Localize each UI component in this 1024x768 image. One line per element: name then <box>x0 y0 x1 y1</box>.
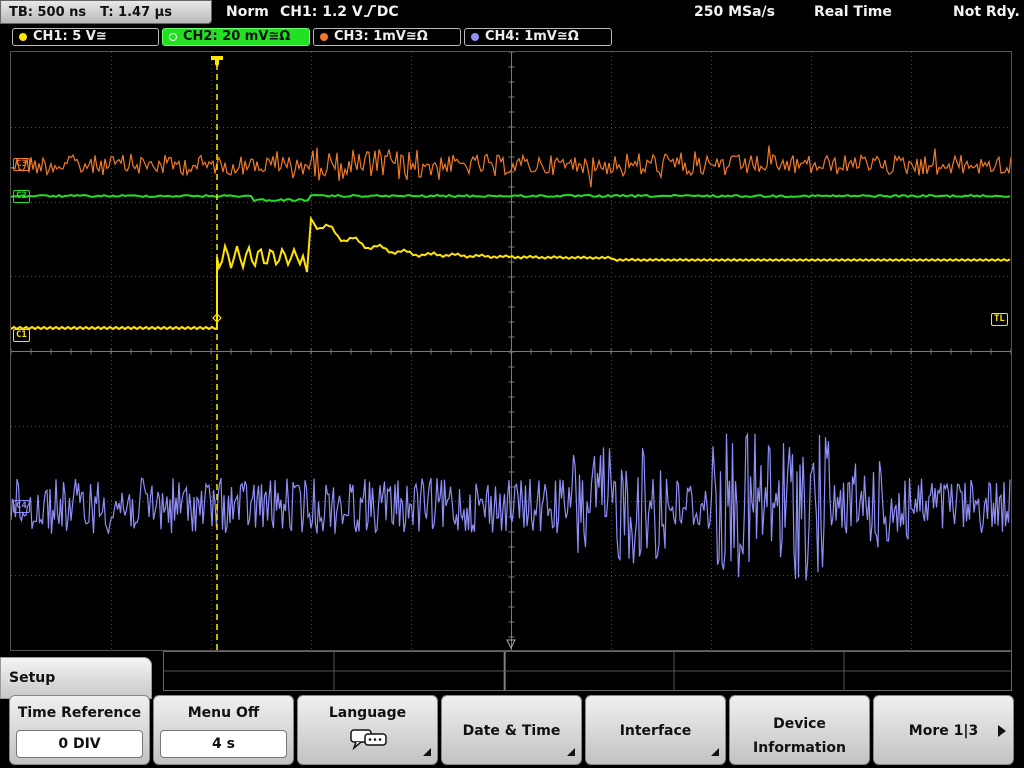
ch4-ground-marker[interactable]: C4 <box>13 500 30 513</box>
ch2-color-dot-icon <box>169 33 177 41</box>
ch1-label: CH1: 5 V≅ <box>33 29 107 44</box>
speech-bubbles-icon <box>350 729 387 750</box>
ch4-waveform <box>11 432 1011 581</box>
date-time-softkey[interactable]: Date & Time <box>441 695 582 765</box>
menu-off-softkey[interactable]: Menu Off 4 s <box>153 695 294 765</box>
interface-softkey[interactable]: Interface <box>585 695 726 765</box>
device-information-softkey[interactable]: Device Information <box>729 695 870 765</box>
ch4-label: CH4: 1mV≅Ω <box>485 29 579 44</box>
trigger-level-marker[interactable]: TL <box>991 313 1008 326</box>
more-label: More 1|3 <box>908 723 979 739</box>
ch3-label: CH3: 1mV≅Ω <box>334 29 428 44</box>
channel-tab-ch1[interactable]: CH1: 5 V≅ <box>12 28 159 46</box>
channel-tab-ch2[interactable]: CH2: 20 mV≅Ω <box>162 28 310 46</box>
ch2-waveform <box>11 193 1011 203</box>
zoom-area <box>163 651 1012 691</box>
next-page-icon <box>998 725 1006 737</box>
submenu-indicator-icon <box>423 748 431 756</box>
menu-title-tab: Setup <box>0 657 152 699</box>
timebase-readout: TB: 500 ns <box>9 5 87 20</box>
channel-tab-ch3[interactable]: CH3: 1mV≅Ω <box>313 28 461 46</box>
sample-rate: 250 MSa/s <box>694 4 776 20</box>
ch2-label: CH2: 20 mV≅Ω <box>183 29 291 44</box>
menu-title: Setup <box>9 670 56 686</box>
ch1-ground-marker[interactable]: C1 <box>13 329 30 342</box>
date-time-label: Date & Time <box>462 723 561 739</box>
channel-tab-ch4[interactable]: CH4: 1mV≅Ω <box>464 28 612 46</box>
trigger-coupling: DC <box>376 4 399 20</box>
time-reference-label: Time Reference <box>17 705 142 721</box>
submenu-indicator-icon <box>711 748 719 756</box>
waveform-canvas <box>11 52 1011 650</box>
submenu-indicator-icon <box>567 748 575 756</box>
language-label: Language <box>328 705 407 721</box>
ch1-waveform <box>11 215 1011 331</box>
ch3-color-dot-icon <box>320 33 328 41</box>
center-axes <box>11 52 1011 650</box>
ch2-ground-marker[interactable]: C2 <box>13 190 30 203</box>
ch1-color-dot-icon <box>19 33 27 41</box>
menu-off-value: 4 s <box>160 730 287 758</box>
rising-edge-icon <box>363 5 376 17</box>
trigger-position-icon <box>211 56 223 68</box>
ch4-color-dot-icon <box>471 33 479 41</box>
waveform-display[interactable]: C1 C2 C3 C4 TL <box>10 51 1012 651</box>
trigger-info[interactable]: CH1: 1.2 V DC <box>280 0 399 24</box>
time-reference-softkey[interactable]: Time Reference 0 DIV <box>9 695 150 765</box>
ch3-ground-marker[interactable]: C3 <box>13 158 30 171</box>
time-reference-value: 0 DIV <box>16 730 143 758</box>
menu-off-label: Menu Off <box>187 705 260 721</box>
device-information-label: Device Information <box>753 716 846 756</box>
acquisition-status: Not Rdy. <box>953 4 1020 20</box>
acquisition-mode: Real Time <box>814 4 892 20</box>
trigger-time-readout: T: 1.47 µs <box>100 5 172 20</box>
trigger-mode[interactable]: Norm <box>226 0 269 24</box>
trigger-source: CH1: 1.2 V <box>280 4 363 20</box>
language-softkey[interactable]: Language <box>297 695 438 765</box>
interface-label: Interface <box>619 723 692 739</box>
timebase-box[interactable]: TB: 500 ns T: 1.47 µs <box>0 0 212 24</box>
status-bar: TB: 500 ns T: 1.47 µs Norm CH1: 1.2 V DC 2… <box>0 0 1024 26</box>
more-softkey[interactable]: More 1|3 <box>873 695 1014 765</box>
